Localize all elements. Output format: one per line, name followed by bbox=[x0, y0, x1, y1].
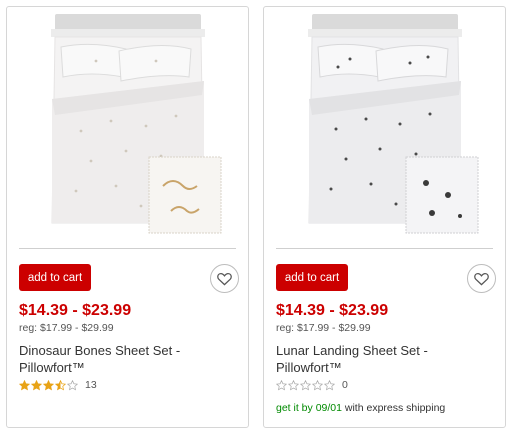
star-icon bbox=[19, 379, 30, 390]
price: $14.39 - $23.99 bbox=[276, 302, 389, 319]
shipping-info: get it by 09/01 with express shipping bbox=[276, 402, 445, 414]
divider bbox=[19, 248, 236, 249]
product-image-lunar-landing-sheet-set[interactable] bbox=[278, 11, 493, 239]
star-icon bbox=[67, 379, 78, 390]
add-to-cart-button[interactable]: add to cart bbox=[276, 264, 348, 291]
price: $14.39 - $23.99 bbox=[19, 302, 132, 319]
product-card: add to cart $14.39 - $23.99 reg: $17.99 … bbox=[6, 6, 249, 428]
regular-price: reg: $17.99 - $29.99 bbox=[276, 322, 371, 334]
rating-stars bbox=[276, 379, 335, 391]
product-image-dinosaur-bones-sheet-set[interactable] bbox=[21, 11, 236, 239]
product-card: add to cart $14.39 - $23.99 reg: $17.99 … bbox=[263, 6, 506, 428]
star-icon bbox=[43, 379, 54, 390]
rating-count: 13 bbox=[85, 379, 97, 391]
star-icon bbox=[324, 379, 335, 390]
rating-count: 0 bbox=[342, 379, 348, 391]
rating: 0 bbox=[276, 379, 348, 391]
rating-stars bbox=[19, 379, 78, 391]
divider bbox=[276, 248, 493, 249]
product-title-link[interactable]: Lunar Landing Sheet Set - Pillowfort™ bbox=[276, 342, 496, 376]
favorite-button[interactable] bbox=[210, 264, 239, 293]
heart-icon bbox=[474, 272, 489, 285]
star-icon bbox=[312, 379, 323, 390]
product-title-link[interactable]: Dinosaur Bones Sheet Set - Pillowfort™ bbox=[19, 342, 239, 376]
favorite-button[interactable] bbox=[467, 264, 496, 293]
regular-price: reg: $17.99 - $29.99 bbox=[19, 322, 114, 334]
star-icon bbox=[276, 379, 287, 390]
shipping-method: with express shipping bbox=[341, 402, 446, 414]
star-icon bbox=[300, 379, 311, 390]
star-icon bbox=[288, 379, 299, 390]
shipping-date: get it by 09/01 bbox=[276, 402, 342, 414]
heart-icon bbox=[217, 272, 232, 285]
star-icon bbox=[31, 379, 42, 390]
star-icon bbox=[55, 379, 66, 390]
add-to-cart-button[interactable]: add to cart bbox=[19, 264, 91, 291]
rating: 13 bbox=[19, 379, 97, 391]
